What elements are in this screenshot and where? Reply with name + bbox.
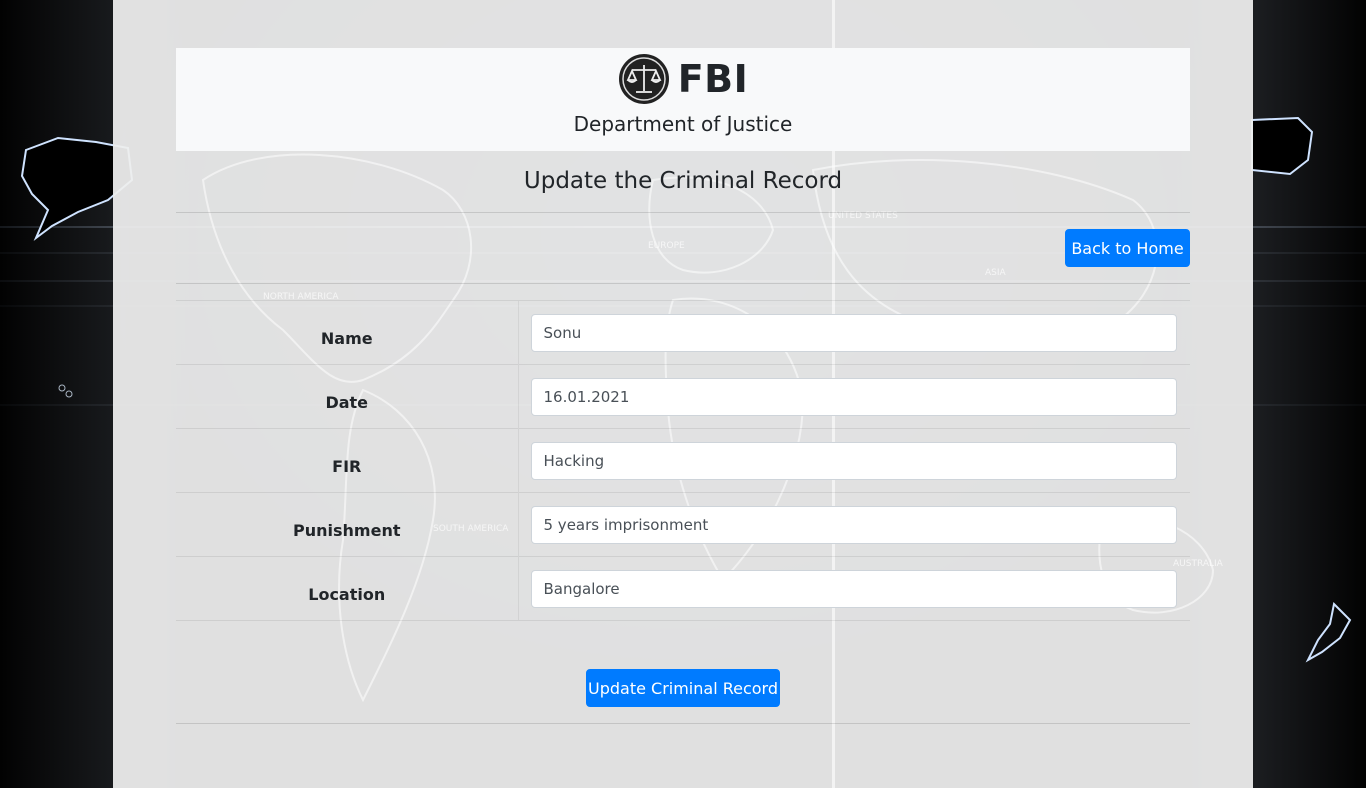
form-row-punishment: Punishment <box>176 492 1190 557</box>
divider <box>176 212 1190 213</box>
map-label-asia: ASIA <box>985 268 1007 278</box>
form-row-location: Location <box>176 556 1190 621</box>
brand: FBI <box>176 53 1190 105</box>
back-to-home-button[interactable]: Back to Home <box>1065 229 1190 267</box>
field-label-location: Location <box>176 556 518 621</box>
page-title: Update the Criminal Record <box>523 168 843 194</box>
new-zealand-shape <box>1305 601 1352 663</box>
update-criminal-record-button[interactable]: Update Criminal Record <box>586 669 780 707</box>
main-panel: NORTH AMERICA SOUTH AMERICA EUROPE ASIA … <box>113 0 1253 788</box>
form-row-fir: FIR <box>176 428 1190 493</box>
date-input[interactable] <box>530 377 1177 416</box>
department-subtitle: Department of Justice <box>573 112 793 136</box>
criminal-record-form: Name Date FIR Punishment Location <box>176 300 1190 621</box>
map-label-europe: EUROPE <box>648 241 685 251</box>
islands-shape <box>58 384 73 398</box>
name-input[interactable] <box>530 313 1177 352</box>
field-label-name: Name <box>176 300 518 365</box>
fir-input[interactable] <box>530 441 1177 480</box>
punishment-input[interactable] <box>530 505 1177 544</box>
field-label-date: Date <box>176 364 518 429</box>
form-row-name: Name <box>176 300 1190 365</box>
brand-name: FBI <box>677 57 749 101</box>
form-row-date: Date <box>176 364 1190 429</box>
divider <box>176 283 1190 284</box>
site-header: FBI Department of Justice <box>176 48 1190 151</box>
scales-of-justice-icon <box>618 54 669 104</box>
divider <box>176 723 1190 724</box>
asia-edge-shape <box>1251 116 1314 176</box>
field-label-punishment: Punishment <box>176 492 518 557</box>
field-label-fir: FIR <box>176 428 518 493</box>
location-input[interactable] <box>530 569 1177 608</box>
